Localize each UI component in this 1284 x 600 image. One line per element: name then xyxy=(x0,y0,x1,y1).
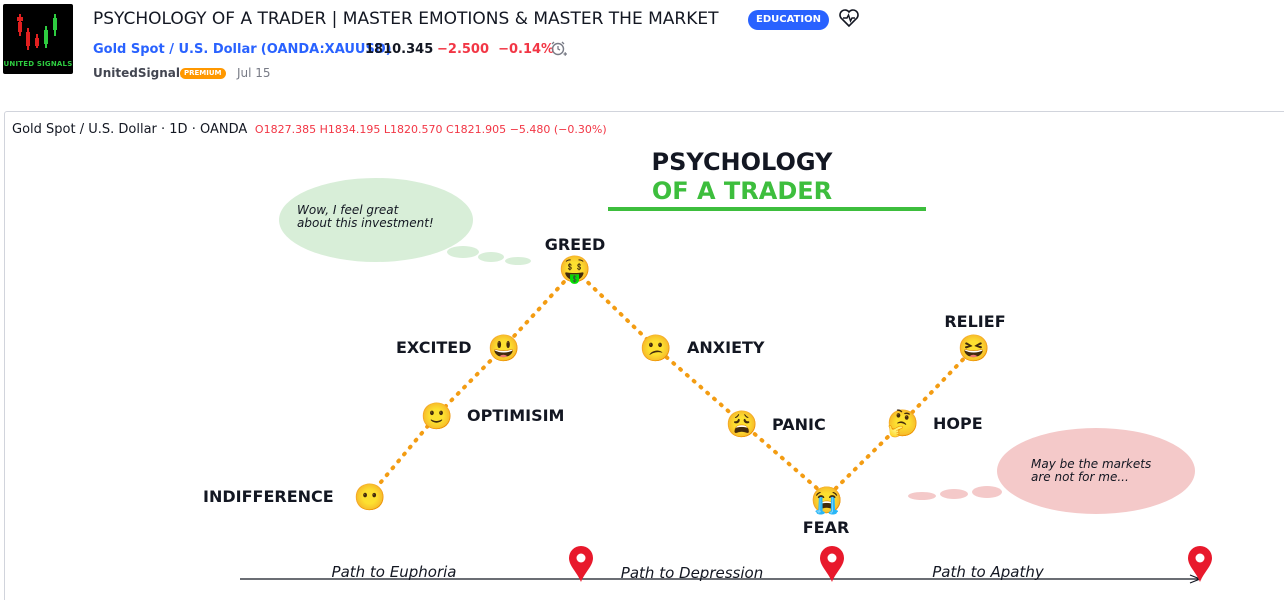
bubble-top-line2: about this investment! xyxy=(297,216,434,230)
stage-optimism: 🙂 OPTIMISIM xyxy=(421,401,565,431)
bubble-bottom-line2: are not for me... xyxy=(1031,470,1129,484)
greed-money-face-icon: 🤑 xyxy=(559,254,591,285)
stage-indifference: 😶 INDIFFERENCE xyxy=(203,482,386,512)
headline-line2: OF A TRADER xyxy=(652,177,832,205)
label-hope: HOPE xyxy=(933,414,983,433)
anxiety-face-icon: 😕 xyxy=(640,333,672,363)
stage-anxiety: 😕 ANXIETY xyxy=(640,333,765,363)
excited-face-icon: 😃 xyxy=(488,333,520,363)
map-pin-icon xyxy=(1188,546,1212,582)
stage-excited: 😃 EXCITED xyxy=(396,333,520,363)
path-apathy: Path to Apathy xyxy=(932,563,1045,581)
relief-face-icon: 😆 xyxy=(958,333,990,363)
label-anxiety: ANXIETY xyxy=(687,338,765,357)
hope-thinking-face-icon: 🤔 xyxy=(887,408,919,438)
path-depression: Path to Depression xyxy=(621,564,763,582)
label-panic: PANIC xyxy=(772,415,826,434)
map-pin-icon xyxy=(569,546,593,582)
panic-face-icon: 😩 xyxy=(726,409,758,439)
label-greed: GREED xyxy=(545,235,606,254)
stage-panic: 😩 PANIC xyxy=(726,409,826,439)
indifference-face-icon: 😶 xyxy=(354,482,386,512)
label-optimism: OPTIMISIM xyxy=(467,406,564,425)
fear-crying-face-icon: 😭 xyxy=(811,485,843,515)
stage-fear: 😭 FEAR xyxy=(803,485,850,537)
label-indifference: INDIFFERENCE xyxy=(203,487,334,506)
stage-hope: 🤔 HOPE xyxy=(887,408,983,438)
emotion-curve xyxy=(379,267,976,500)
label-relief: RELIEF xyxy=(944,312,1005,331)
label-fear: FEAR xyxy=(803,518,850,537)
thought-bubble-bottom: May be the markets are not for me... xyxy=(908,428,1195,514)
headline-line1: PSYCHOLOGY xyxy=(652,148,834,176)
stage-relief: 😆 RELIEF xyxy=(944,312,1005,363)
optimism-face-icon: 🙂 xyxy=(421,401,453,431)
thought-bubble-top: Wow, I feel great about this investment! xyxy=(279,178,531,265)
path-euphoria: Path to Euphoria xyxy=(332,563,457,581)
label-excited: EXCITED xyxy=(396,338,472,357)
map-pin-icon xyxy=(820,546,844,582)
psychology-drawing: PSYCHOLOGY OF A TRADER Wow, I feel great… xyxy=(203,148,1212,584)
bubble-bottom-line1: May be the markets xyxy=(1031,457,1151,471)
stage-greed: 🤑 GREED xyxy=(545,235,606,285)
bubble-top-line1: Wow, I feel great xyxy=(297,203,400,217)
